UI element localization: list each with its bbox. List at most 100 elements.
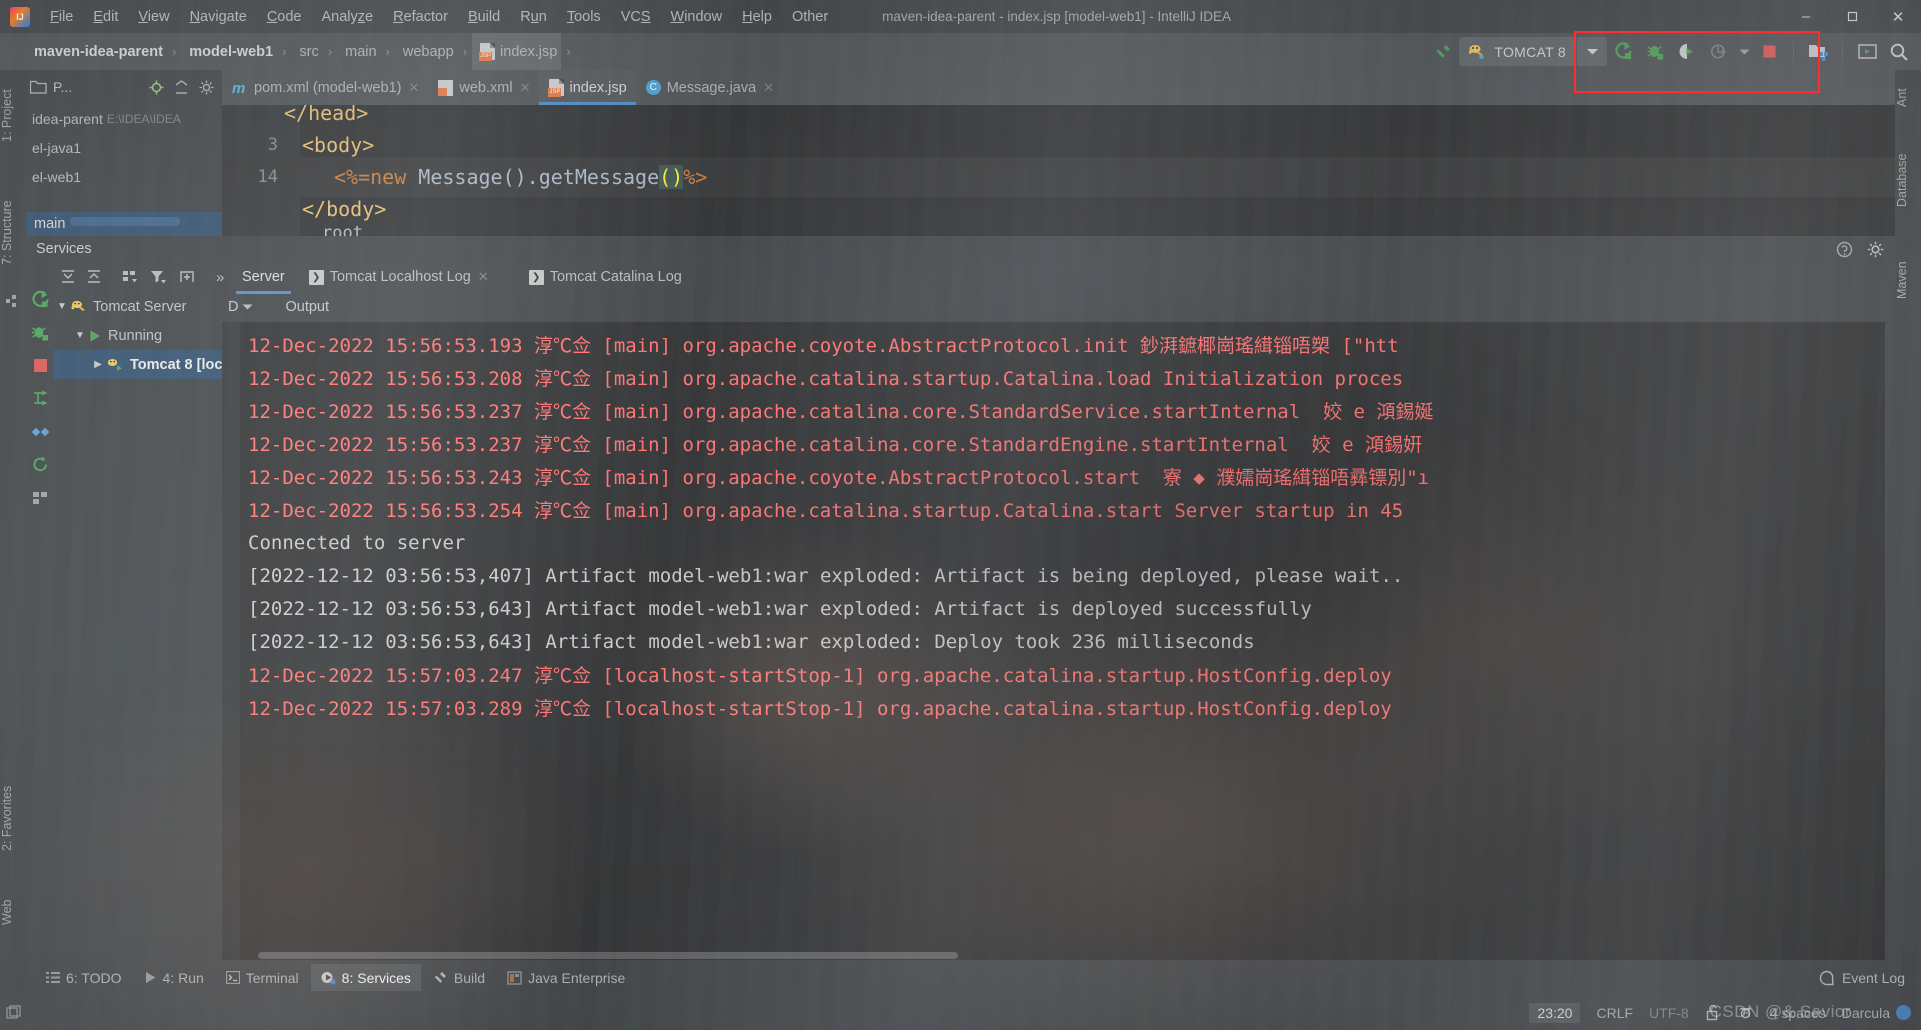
tool-window-run[interactable]: 4: Run <box>134 964 214 991</box>
run-icon[interactable] <box>1607 37 1639 67</box>
show-tool-windows-icon[interactable] <box>0 1005 26 1020</box>
sidebar-item-structure[interactable]: 7: Structure <box>0 185 26 281</box>
menu-help[interactable]: Help <box>732 5 782 29</box>
tool-window-terminal[interactable]: Terminal <box>216 964 309 991</box>
run-with-coverage-icon[interactable] <box>1671 37 1703 67</box>
tool-window-todo[interactable]: 6: TODO <box>36 964 132 991</box>
tree-node-running[interactable]: ▼ Running <box>54 321 222 350</box>
project-module-el-web1[interactable]: el-web1 <box>26 162 222 191</box>
project-module-el-java1[interactable]: el-java1 <box>26 133 222 162</box>
minimize-button[interactable]: – <box>1783 0 1829 33</box>
tab-close-icon[interactable]: ✕ <box>408 80 419 96</box>
breadcrumb-webapp[interactable]: webapp <box>395 33 458 70</box>
project-tool-window-title[interactable]: P... <box>53 79 72 95</box>
menu-navigate[interactable]: Navigate <box>180 5 257 29</box>
tree-node-tomcat-8-local[interactable]: ▶ Tomcat 8 [local <box>54 350 234 379</box>
updates-icon[interactable] <box>1851 37 1883 67</box>
sidebar-item-web[interactable]: Web <box>0 885 26 939</box>
locate-icon[interactable] <box>149 80 164 95</box>
tree-node-tomcat-server[interactable]: ▼ Tomcat Server <box>54 292 222 321</box>
menu-build[interactable]: Build <box>458 5 510 29</box>
stop-icon[interactable] <box>1753 37 1785 67</box>
status-theme[interactable]: Darcula <box>1842 1005 1911 1021</box>
status-encoding[interactable]: UTF-8 <box>1649 1005 1689 1021</box>
tool-window-java-enterprise[interactable]: Java Enterprise <box>497 964 635 991</box>
project-structure-icon[interactable] <box>1802 37 1834 67</box>
sidebar-item-database[interactable]: Database <box>1895 136 1921 224</box>
debug-icon[interactable] <box>31 323 50 342</box>
menu-run[interactable]: Run <box>510 5 557 29</box>
layout-icon[interactable] <box>31 422 50 441</box>
breadcrumb-main[interactable]: main <box>337 33 380 70</box>
services-title[interactable]: Services <box>36 241 92 257</box>
add-icon[interactable] <box>178 269 196 285</box>
debug-icon[interactable] <box>1639 37 1671 67</box>
tab-tomcat-localhost-log[interactable]: ❯ Tomcat Localhost Log ✕ <box>297 262 501 292</box>
grid-icon[interactable] <box>31 488 50 507</box>
memory-indicator-icon[interactable] <box>1896 1005 1911 1020</box>
breadcrumb-index-jsp[interactable]: index.jsp <box>472 33 562 70</box>
tool-window-services[interactable]: 8: Services <box>310 964 421 991</box>
breadcrumb-maven-idea-parent[interactable]: maven-idea-parent <box>26 33 167 70</box>
breadcrumb-model-web1[interactable]: model-web1 <box>181 33 277 70</box>
collapse-all-icon[interactable] <box>86 269 102 285</box>
status-time[interactable]: 23:20 <box>1529 1002 1581 1023</box>
tool-window-build[interactable]: Build <box>423 964 495 991</box>
tab-close-icon[interactable]: ✕ <box>520 80 531 96</box>
sidebar-item-ant[interactable]: Ant <box>1895 74 1921 122</box>
hammer-build-icon[interactable] <box>1427 37 1459 67</box>
gear-icon[interactable] <box>199 80 214 95</box>
menu-code[interactable]: Code <box>257 5 312 29</box>
project-view-icon[interactable] <box>30 80 47 95</box>
sidebar-item-favorites[interactable]: 2: Favorites <box>0 770 26 866</box>
collapse-all-icon[interactable] <box>174 79 189 95</box>
menu-analyze[interactable]: Analyze <box>312 5 384 29</box>
output-label[interactable]: Output <box>285 299 329 315</box>
expand-all-icon[interactable] <box>60 269 76 285</box>
dump-selector[interactable]: D <box>228 299 253 315</box>
status-line-separator[interactable]: CRLF <box>1596 1005 1633 1021</box>
line-number: 3 <box>267 135 278 155</box>
tab-web-xml[interactable]: web.xml ✕ <box>428 70 539 105</box>
close-button[interactable]: ✕ <box>1875 0 1921 33</box>
chevron-down-icon[interactable]: ▼ <box>54 301 70 312</box>
help-icon[interactable] <box>1836 241 1853 258</box>
tab-tomcat-catalina-log[interactable]: ❯ Tomcat Catalina Log <box>517 262 694 292</box>
run-configuration-selector[interactable]: TOMCAT 8 <box>1459 37 1576 66</box>
sidebar-item-project[interactable]: 1: Project <box>0 74 26 158</box>
project-root-node[interactable]: idea-parent E:\IDEA\IDEA <box>26 104 222 133</box>
group-by-icon[interactable] <box>122 269 140 285</box>
run-configuration-dropdown[interactable] <box>1577 37 1607 66</box>
sidebar-item-maven[interactable]: Maven <box>1895 245 1921 315</box>
menu-other[interactable]: Other <box>782 5 838 29</box>
stop-icon[interactable] <box>31 356 50 375</box>
menu-edit[interactable]: Edit <box>83 5 128 29</box>
profile-icon[interactable] <box>1703 37 1735 67</box>
tab-pom-xml[interactable]: m pom.xml (model-web1) ✕ <box>222 70 428 105</box>
restart-icon[interactable] <box>31 455 50 474</box>
console-output[interactable]: 12-Dec-2022 15:56:53.193 淳℃佥 [main] org.… <box>240 322 1885 960</box>
tab-close-icon[interactable]: ✕ <box>763 80 774 96</box>
rerun-icon[interactable] <box>31 290 50 309</box>
tab-message-java[interactable]: C Message.java ✕ <box>636 70 783 105</box>
console-horizontal-scrollbar-thumb[interactable] <box>258 952 958 959</box>
chevron-right-icon[interactable]: ▶ <box>90 359 106 370</box>
menu-file[interactable]: FFileile <box>40 5 83 29</box>
deploy-icon[interactable] <box>31 389 50 408</box>
restore-button[interactable] <box>1829 0 1875 33</box>
breadcrumb-src[interactable]: src <box>291 33 322 70</box>
menu-refactor[interactable]: Refactor <box>383 5 458 29</box>
menu-view[interactable]: View <box>128 5 179 29</box>
menu-vcs[interactable]: VCS <box>611 5 661 29</box>
tab-close-icon[interactable]: ✕ <box>478 269 489 285</box>
search-everywhere-icon[interactable] <box>1883 37 1915 67</box>
profile-dropdown-icon[interactable] <box>1735 37 1753 67</box>
menu-window[interactable]: Window <box>661 5 733 29</box>
filter-icon[interactable] <box>150 269 168 285</box>
chevron-down-icon[interactable]: ▼ <box>72 330 88 341</box>
menu-tools[interactable]: Tools <box>557 5 611 29</box>
tab-index-jsp[interactable]: index.jsp <box>539 70 636 105</box>
gear-icon[interactable] <box>1867 241 1884 258</box>
event-log-button[interactable]: Event Log <box>1819 970 1905 986</box>
tab-server[interactable]: Server <box>230 262 297 294</box>
